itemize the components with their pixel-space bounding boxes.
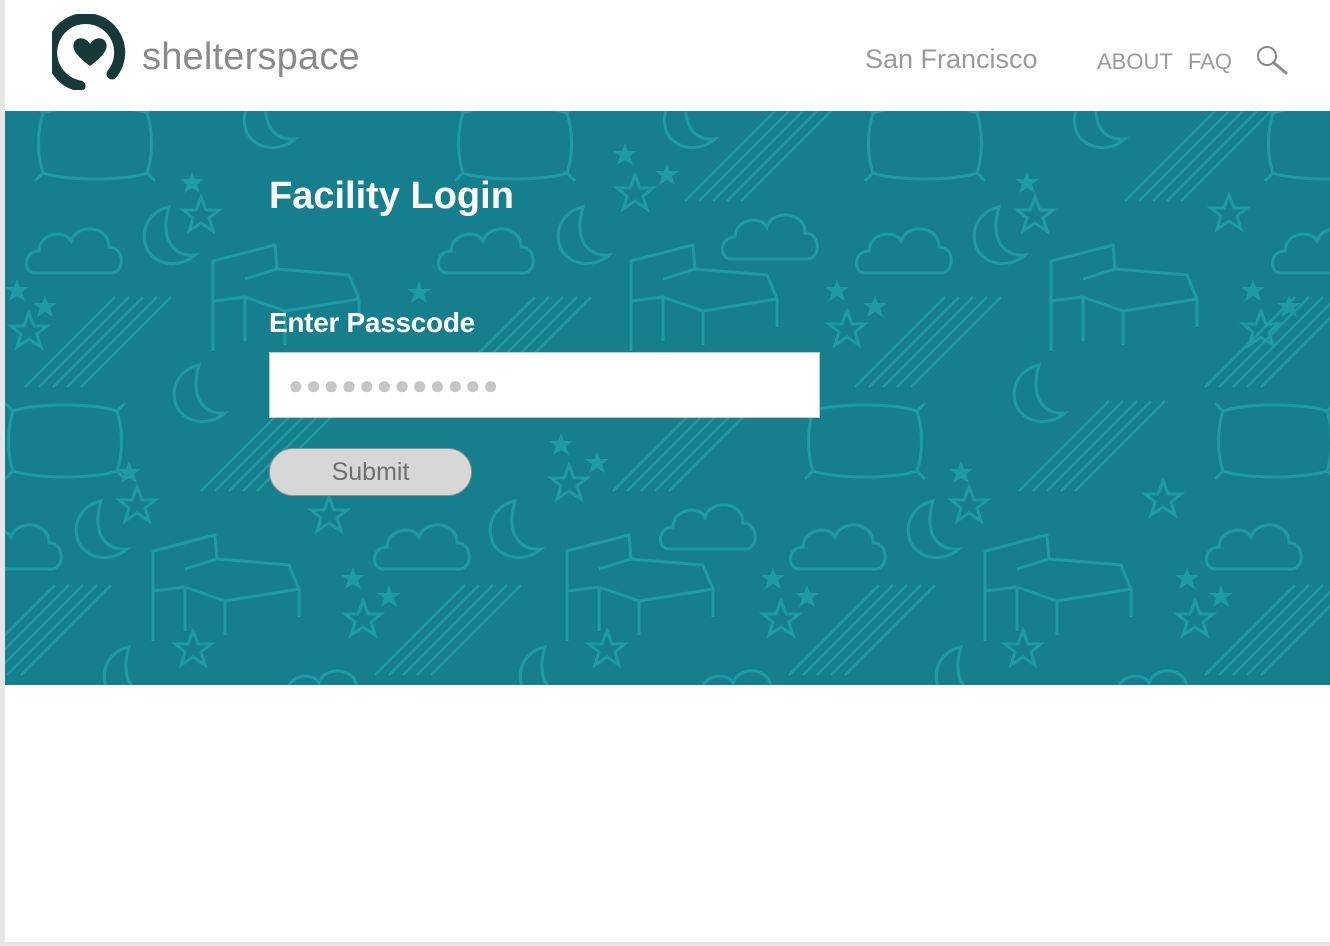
login-hero: Facility Login Enter Passcode Submit (5, 111, 1330, 685)
nav-about-link[interactable]: ABOUT (1097, 49, 1173, 75)
brand-name[interactable]: shelterspace (142, 36, 360, 79)
passcode-label: Enter Passcode (269, 307, 475, 338)
site-header: shelterspace San Francisco ABOUT FAQ (5, 0, 1330, 111)
submit-button[interactable]: Submit (269, 448, 472, 496)
heart-location-logo-icon[interactable] (52, 14, 128, 90)
search-icon[interactable] (1255, 44, 1289, 78)
passcode-input[interactable] (269, 352, 820, 418)
page-bottom-border (0, 942, 1330, 946)
facility-login-title: Facility Login (269, 175, 514, 217)
city-selector[interactable]: San Francisco (865, 44, 1038, 75)
nav-faq-link[interactable]: FAQ (1188, 49, 1232, 75)
